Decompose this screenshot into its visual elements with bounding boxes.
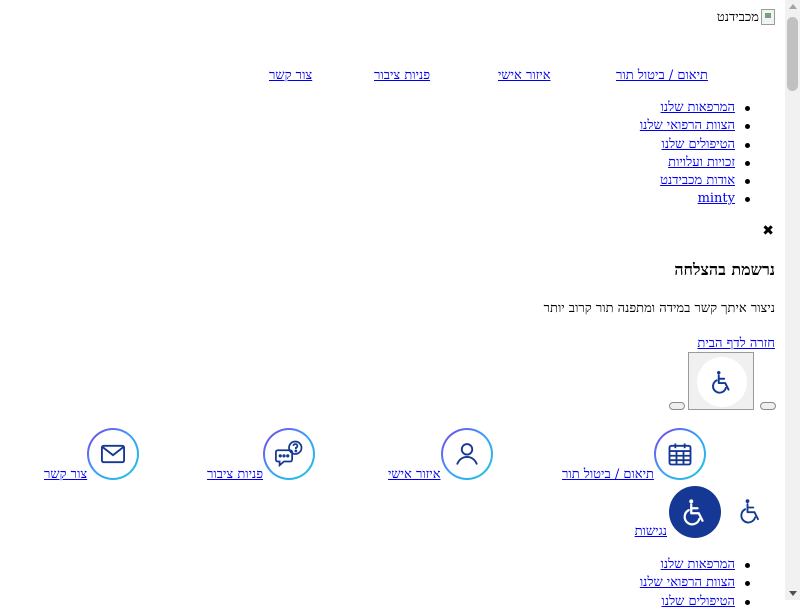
quick-link-public-inquiries[interactable]: פניות ציבור [203,428,316,482]
menu-minty-link[interactable]: minty [698,191,735,206]
accessibility-button[interactable] [688,352,754,410]
mail-icon [87,428,140,480]
accessibility-link[interactable]: נגישות [635,523,667,539]
menu-rights-costs-link[interactable]: זכויות ועלויות [668,155,735,170]
list-item: הצוות הרפואי שלנו [640,117,751,135]
quick-link-label: פניות ציבור [207,467,264,482]
logo-alt-text: מכבידנט [716,10,759,25]
wheelchair-icon[interactable] [737,497,765,529]
top-nav-contact-link[interactable]: צור קשר [269,67,312,83]
list-item: זכויות ועלויות [640,154,751,172]
vertical-scrollbar[interactable] [785,0,800,600]
wheelchair-icon [683,499,704,526]
toggle-pill[interactable] [669,402,685,410]
quick-link-label: תיאום / ביטול תור [562,467,654,482]
logo[interactable]: מכבידנט [717,8,775,26]
footer-clinics-link[interactable]: המרפאות שלנו [661,557,735,572]
top-nav-personal-area-link[interactable]: איזור אישי [498,67,551,83]
scroll-down-arrow-icon[interactable] [789,591,797,596]
broken-image-icon [761,9,775,25]
list-item: הטיפולים שלנו [640,136,751,154]
scroll-thumb[interactable] [787,17,798,91]
calendar-icon [653,428,706,480]
list-item: המרפאות שלנו [640,99,751,117]
top-nav-appointment-link[interactable]: תיאום / ביטול תור [616,67,708,83]
main-menu: המרפאות שלנו הצוות הרפואי שלנו הטיפולים … [640,99,751,209]
menu-clinics-link[interactable]: המרפאות שלנו [661,100,735,115]
list-item: אודות מכבידנט [640,172,751,190]
quick-link-personal-area[interactable]: איזור אישי [384,428,493,482]
menu-about-link[interactable]: אודות מכבידנט [660,173,735,188]
list-item: minty [640,190,751,208]
quick-link-label: איזור אישי [388,467,441,482]
close-icon[interactable]: ✖ [762,223,774,239]
accessibility-float-button[interactable] [669,486,721,538]
list-item: הטיפולים שלנו [640,593,751,611]
footer-menu: המרפאות שלנו הצוות הרפואי שלנו הטיפולים … [640,556,751,611]
chat-question-icon [263,428,316,480]
footer-treatments-link[interactable]: הטיפולים שלנו [662,594,735,609]
toggle-pill[interactable] [760,402,776,410]
user-icon [440,428,493,480]
list-item: המרפאות שלנו [640,556,751,574]
back-home-link[interactable]: חזרה לדף הבית [697,335,775,351]
quick-link-appointment[interactable]: תיאום / ביטול תור [558,428,706,482]
quick-link-label: צור קשר [44,467,88,482]
success-message: ניצור איתך קשר במידה ומתפנה תור קרוב יות… [543,301,775,316]
menu-medical-team-link[interactable]: הצוות הרפואי שלנו [640,118,735,133]
footer-medical-team-link[interactable]: הצוות הרפואי שלנו [640,575,735,590]
quick-link-contact[interactable]: צור קשר [40,428,140,482]
menu-treatments-link[interactable]: הטיפולים שלנו [662,137,735,152]
scroll-up-arrow-icon[interactable] [789,4,797,9]
top-nav-public-inquiries-link[interactable]: פניות ציבור [374,67,430,83]
wheelchair-icon [697,357,747,407]
list-item: הצוות הרפואי שלנו [640,574,751,592]
success-title: נרשמת בהצלחה [674,260,775,279]
